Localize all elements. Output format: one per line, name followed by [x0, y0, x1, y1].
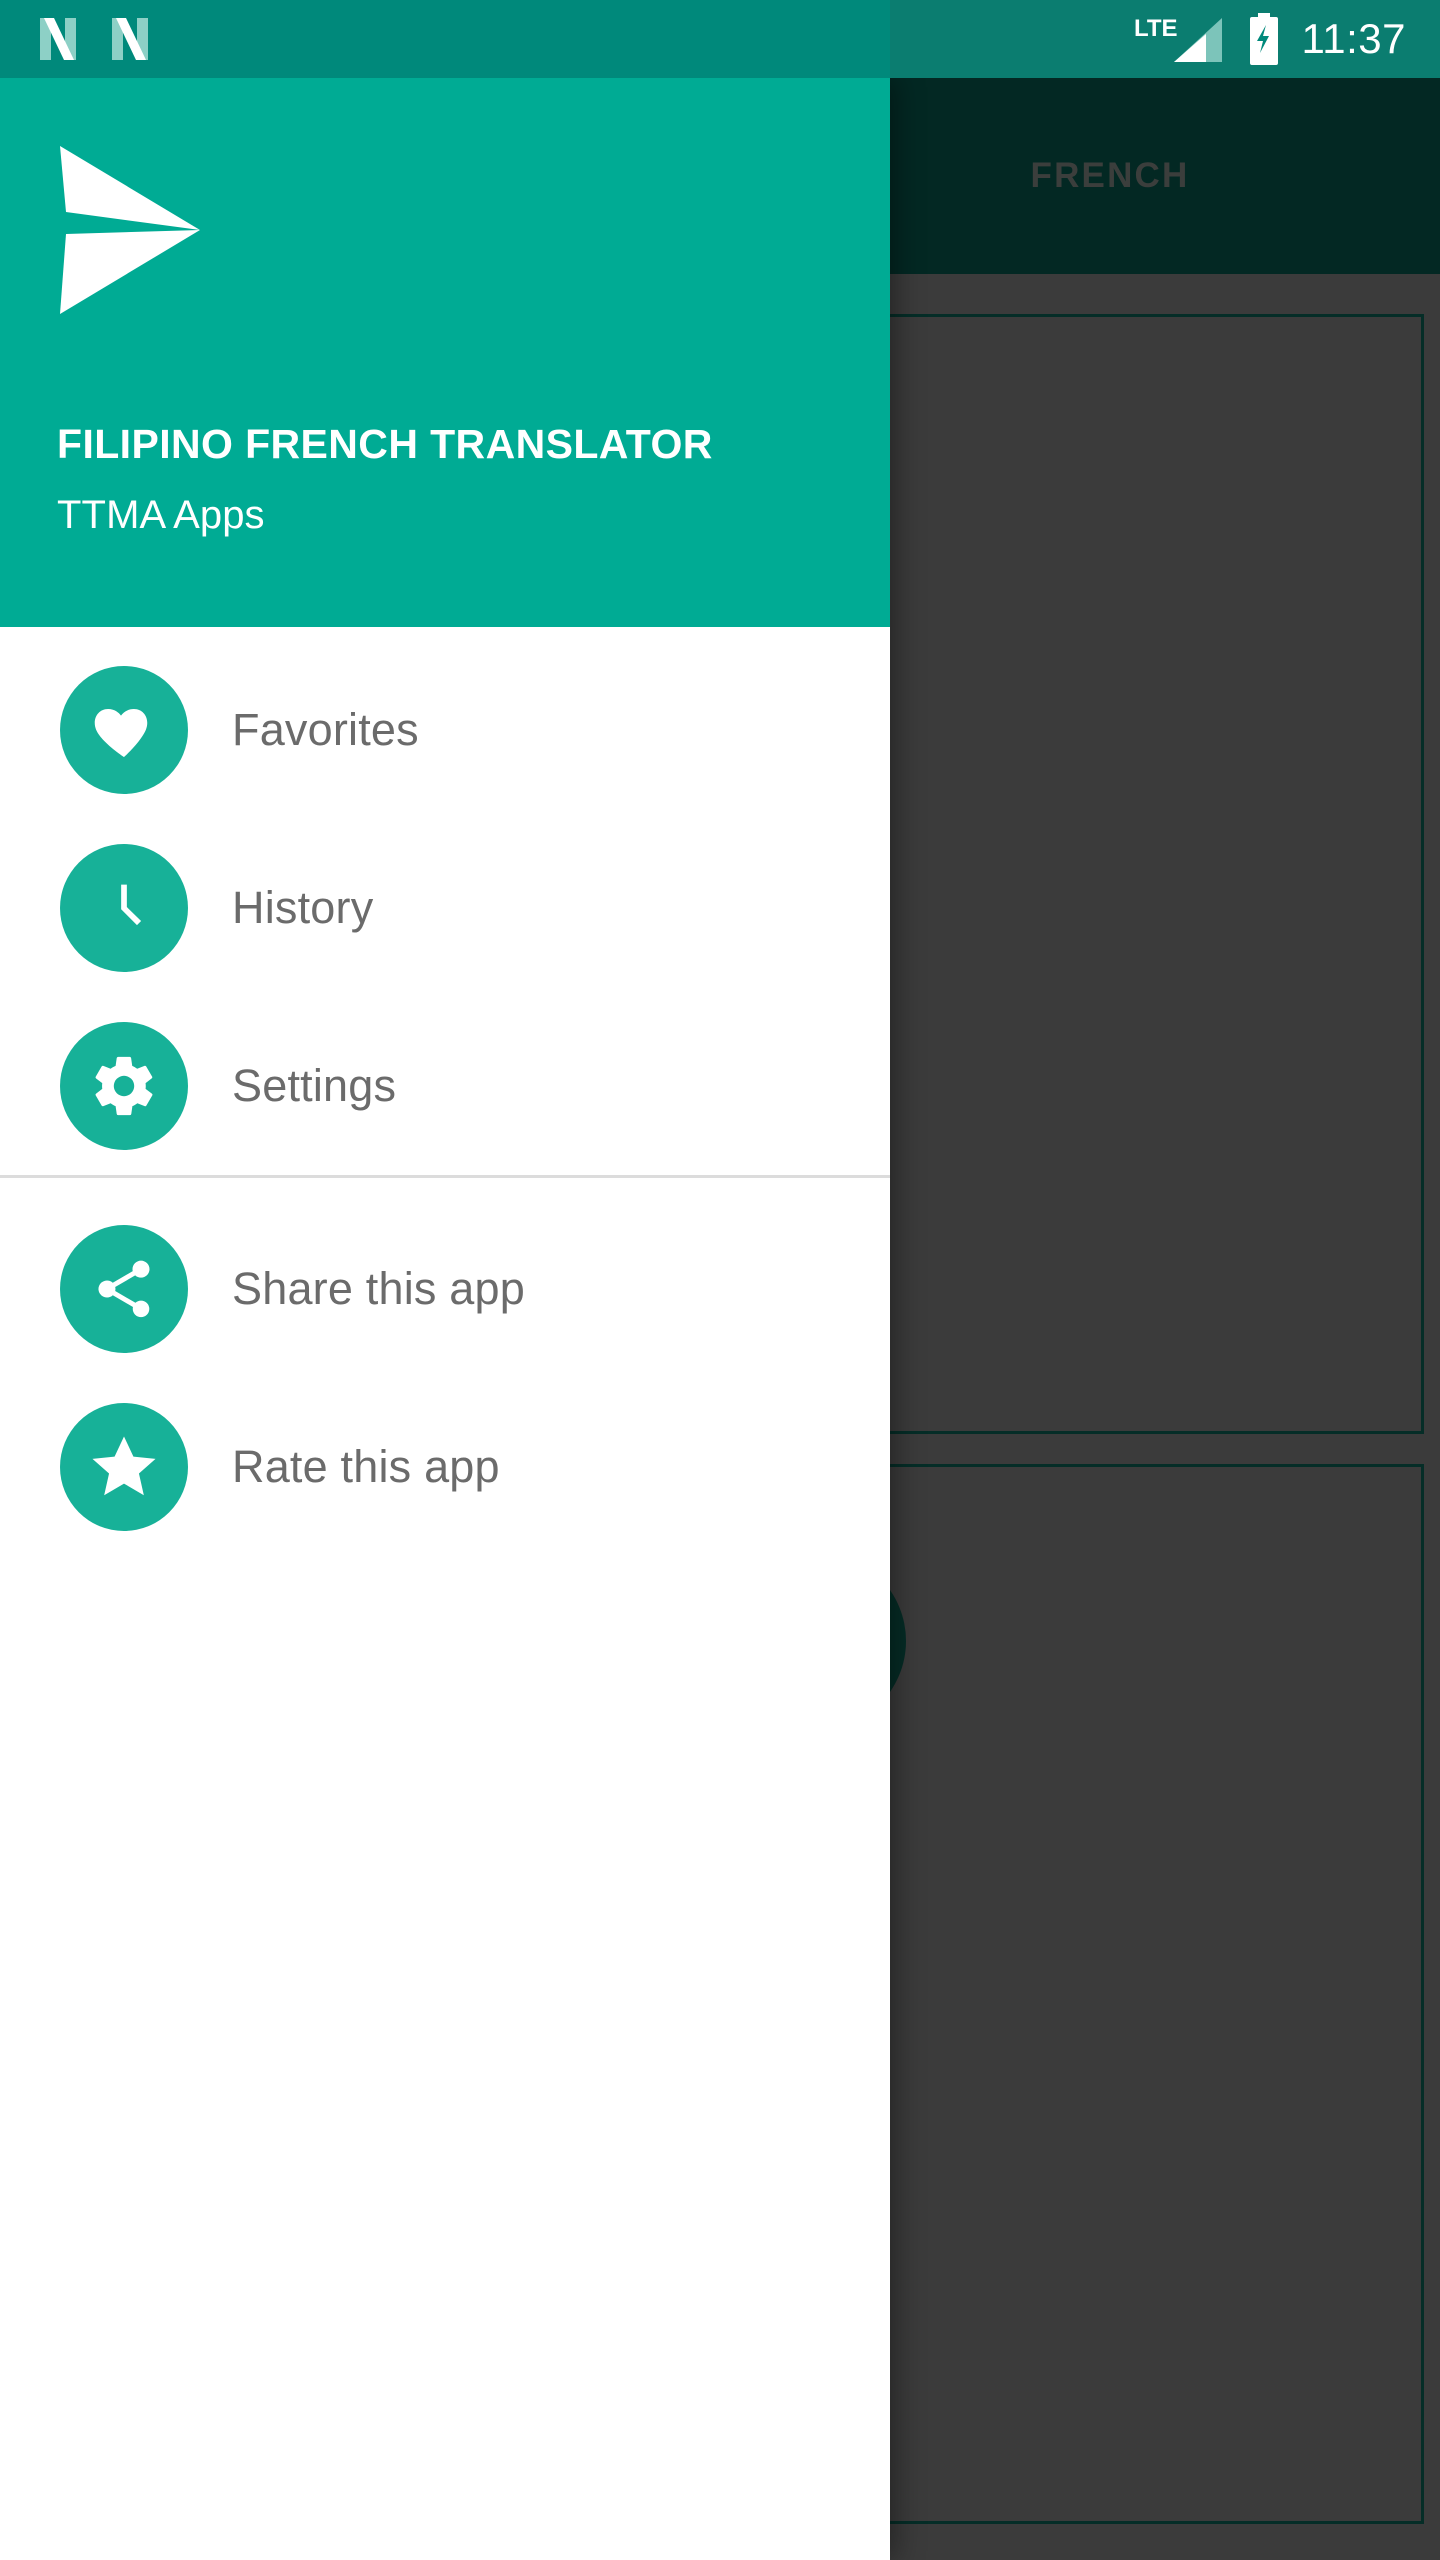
sidebar-item-label: Rate this app: [232, 1441, 500, 1492]
paper-plane-send-icon: [60, 146, 200, 314]
tab-french[interactable]: FRENCH: [960, 156, 1260, 196]
drawer-nav-group-secondary: Share this app Rate this app: [0, 1178, 890, 1556]
android-n-icon: [112, 18, 148, 60]
sidebar-item-history[interactable]: History: [0, 819, 890, 997]
navigation-drawer: FILIPINO FRENCH TRANSLATOR TTMA Apps Fav…: [0, 78, 890, 2560]
battery-charging-icon: [1249, 13, 1278, 65]
phone-screen: FRENCH FILIPINO FRENCH TRANSLATOR TTMA A…: [0, 0, 1440, 2560]
share-icon-circle: [60, 1225, 188, 1353]
sidebar-item-rate-app[interactable]: Rate this app: [0, 1378, 890, 1556]
sidebar-item-label: History: [232, 882, 374, 933]
favorites-icon-circle: [60, 666, 188, 794]
gear-icon: [95, 1056, 153, 1116]
star-icon: [92, 1436, 156, 1496]
status-bar: LTE 11:37: [0, 0, 1440, 78]
status-bar-clock: 11:37: [1301, 15, 1406, 62]
clock-icon: [121, 884, 142, 926]
app-logo: [52, 140, 202, 325]
sidebar-item-share-app[interactable]: Share this app: [0, 1200, 890, 1378]
drawer-header: FILIPINO FRENCH TRANSLATOR TTMA Apps: [0, 78, 890, 627]
sidebar-item-favorites[interactable]: Favorites: [0, 641, 890, 819]
app-title: FILIPINO FRENCH TRANSLATOR: [57, 421, 713, 467]
rate-icon-circle: [60, 1403, 188, 1531]
history-icon-circle: [60, 844, 188, 972]
svg-text:LTE: LTE: [1134, 15, 1178, 42]
sidebar-item-label: Favorites: [232, 704, 419, 755]
settings-icon-circle: [60, 1022, 188, 1150]
signal-triangle-icon: LTE: [1134, 15, 1222, 62]
sidebar-item-label: Share this app: [232, 1263, 525, 1314]
app-publisher: TTMA Apps: [57, 493, 265, 537]
android-n-icon: [40, 18, 76, 60]
sidebar-item-label: Settings: [232, 1060, 397, 1111]
drawer-nav-group-primary: Favorites History Settings: [0, 627, 890, 1175]
share-icon: [98, 1260, 150, 1318]
sidebar-item-settings[interactable]: Settings: [0, 997, 890, 1175]
notification-icon-group: [34, 14, 154, 64]
status-bar-right-group: LTE 11:37: [1134, 0, 1407, 78]
heart-icon: [94, 709, 148, 757]
